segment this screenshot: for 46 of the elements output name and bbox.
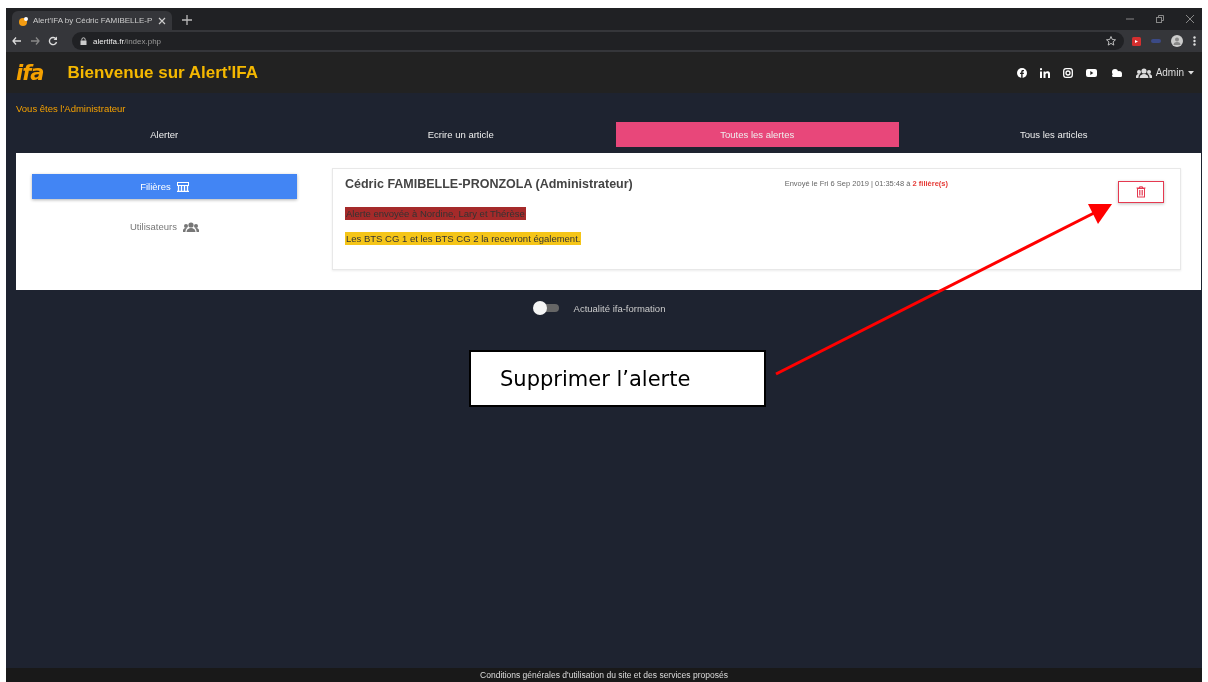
highlighted-message: Les BTS CG 1 et les BTS CG 2 la recevront également.: [345, 232, 582, 245]
terms-link[interactable]: Conditions générales d'utilisation du site et des services proposés: [480, 670, 728, 680]
extension-icon: [1132, 36, 1141, 46]
trash-icon: [1136, 186, 1146, 198]
toggle-switch[interactable]: [532, 301, 561, 315]
role-notice: Vous êtes l'Administrateur: [16, 103, 127, 114]
callout-label: Supprimer l’alerte: [469, 350, 766, 407]
tab-title: Alert'IFA by Cédric FAMIBELLE-P: [33, 16, 153, 25]
linkedin-icon: [1039, 67, 1050, 78]
users-icon: [183, 221, 199, 232]
nav-tab[interactable]: Alerter: [23, 122, 306, 147]
ball-icon: [18, 15, 28, 26]
star-icon: [1106, 36, 1116, 46]
nav-tab[interactable]: Tous les articles: [912, 122, 1195, 147]
restore-icon: [1156, 15, 1164, 23]
building-icon: [176, 181, 189, 192]
users-icon: [1135, 67, 1152, 78]
sidebar-item[interactable]: Utilisateurs: [32, 214, 297, 239]
site-logo[interactable]: ifa: [16, 60, 44, 85]
avatar-icon: [1171, 35, 1183, 47]
forward-icon: [30, 36, 40, 46]
youtube-icon: [1085, 67, 1097, 78]
nav-tab[interactable]: Ecrire un article: [319, 122, 602, 147]
highlighted-message: Alerte envoyée à Nordine, Lary et Thérèse: [345, 207, 526, 220]
caret-icon: [1188, 70, 1194, 75]
delete-button[interactable]: [1118, 181, 1164, 203]
toggle-label: Actualité ifa-formation: [573, 302, 666, 314]
cloud-icon: [1109, 67, 1123, 78]
url-text: alertifa.fr/index.php: [93, 36, 162, 46]
menu-icon: [1193, 36, 1196, 46]
lock-icon: [80, 37, 87, 45]
new-tab-icon: [182, 15, 192, 25]
alert-author: Cédric FAMIBELLE-PRONZOLA (Administrateur): [345, 177, 633, 191]
address-bar[interactable]: alertifa.fr/index.php: [72, 32, 1124, 50]
close-icon: [158, 16, 166, 25]
back-icon: [12, 36, 22, 46]
site-title: Bienvenue sur Alert'IFA: [67, 62, 258, 83]
instagram-icon: [1062, 67, 1073, 78]
minimize-icon: [1126, 15, 1134, 23]
user-menu[interactable]: Admin: [1135, 67, 1194, 78]
extension-icon: [1151, 36, 1161, 46]
sidebar-item[interactable]: Filières: [32, 174, 297, 199]
close-icon: [1186, 15, 1194, 23]
facebook-icon: [1016, 67, 1027, 78]
reload-icon: [48, 36, 58, 46]
browser-tab[interactable]: Alert'IFA by Cédric FAMIBELLE-P: [12, 11, 172, 30]
